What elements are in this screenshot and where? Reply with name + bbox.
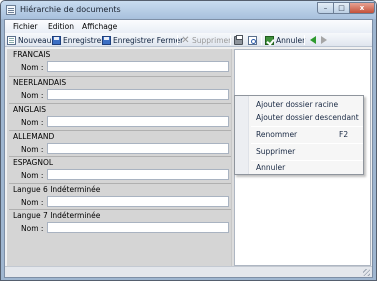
menu-fichier[interactable]: Fichier [13, 22, 38, 31]
status-bar [5, 266, 372, 277]
app-document-icon [6, 5, 16, 15]
enregistrer-fermer-button[interactable]: Enregistrer Fermer [102, 34, 183, 46]
language-label: Langue 6 Indéterminée [13, 185, 101, 194]
forward-arrow-icon[interactable] [321, 36, 327, 44]
back-arrow-icon[interactable] [310, 36, 316, 44]
resize-grip-icon[interactable] [363, 269, 370, 276]
enregistrer-button[interactable]: Enregistrer [52, 34, 104, 46]
maximize-button[interactable]: □ [333, 2, 350, 14]
nom-label: Nom : [21, 63, 44, 72]
language-names-panel: FRANCAIS Nom : NEERLANDAIS Nom : ANGLAIS… [7, 49, 231, 266]
nom-label: Nom : [21, 198, 44, 207]
enregistrer-fermer-label: Enregistrer Fermer [113, 35, 184, 45]
title-bar[interactable]: Hiérarchie de documents – □ x [1, 1, 376, 19]
language-group-espagnol: ESPAGNOL Nom : [9, 156, 231, 182]
toolbar-separator [261, 35, 262, 45]
nom-label: Nom : [21, 224, 44, 233]
annuler-button[interactable]: Annuler [265, 34, 305, 46]
context-menu-separator [251, 126, 363, 127]
main-window: Hiérarchie de documents – □ x Fichier Ed… [0, 0, 377, 281]
save-close-icon [102, 35, 111, 45]
nouveau-button[interactable]: Nouveau [7, 34, 51, 46]
group-divider [9, 183, 231, 184]
window-title: Hiérarchie de documents [20, 5, 121, 14]
menu-affichage[interactable]: Affichage [82, 22, 117, 31]
language-label: ALLEMAND [13, 132, 55, 141]
language-label: Langue 7 Indéterminée [13, 211, 101, 220]
group-divider [9, 76, 231, 77]
language-group-langue-7: Langue 7 Indéterminée Nom : [9, 209, 231, 235]
annuler-label: Annuler [276, 35, 306, 45]
close-button[interactable]: x [349, 2, 375, 14]
nom-label: Nom : [21, 91, 44, 100]
language-label: FRANCAIS [13, 50, 51, 59]
nom-input-anglais[interactable] [47, 116, 229, 127]
context-menu-separator [251, 143, 363, 144]
print-preview-icon [248, 35, 257, 45]
renommer-shortcut: F2 [339, 130, 349, 139]
nom-input-langue-7[interactable] [47, 222, 229, 233]
cancel-check-icon [265, 35, 274, 45]
minimize-button[interactable]: – [317, 2, 334, 14]
nom-input-neerlandais[interactable] [47, 89, 229, 100]
toolbar: Nouveau Enregistrer Enregistrer Fermer ✕… [5, 33, 372, 47]
nom-input-langue-6[interactable] [47, 196, 229, 207]
print-icon [234, 34, 243, 45]
supprimer-button[interactable]: ✕ Supprimer [181, 34, 231, 46]
group-divider [9, 103, 231, 104]
toolbar-separator [304, 35, 305, 45]
menu-ajouter-dossier-descendant[interactable]: Ajouter dossier descendant [256, 113, 359, 122]
menu-ajouter-dossier-racine[interactable]: Ajouter dossier racine [256, 100, 338, 109]
print-preview-button[interactable] [248, 34, 259, 46]
menu-annuler[interactable]: Annuler [256, 163, 285, 172]
supprimer-label: Supprimer [192, 35, 232, 45]
nom-input-allemand[interactable] [47, 143, 229, 154]
context-menu-gutter [235, 96, 249, 174]
context-menu: Ajouter dossier racine Ajouter dossier d… [234, 95, 364, 175]
language-group-francais: FRANCAIS Nom : [9, 50, 231, 76]
menu-supprimer[interactable]: Supprimer [256, 147, 295, 156]
nom-label: Nom : [21, 145, 44, 154]
nom-label: Nom : [21, 171, 44, 180]
enregistrer-label: Enregistrer [63, 35, 105, 45]
context-menu-separator [251, 160, 363, 161]
nouveau-label: Nouveau [18, 35, 52, 45]
nom-input-espagnol[interactable] [47, 169, 229, 180]
save-icon [52, 35, 61, 45]
nom-input-francais[interactable] [47, 61, 229, 72]
language-group-anglais: ANGLAIS Nom : [9, 103, 231, 129]
print-button[interactable] [234, 34, 245, 46]
language-group-langue-6: Langue 6 Indéterminée Nom : [9, 183, 231, 209]
nom-label: Nom : [21, 118, 44, 127]
new-document-icon [7, 35, 16, 45]
language-label: ESPAGNOL [13, 158, 54, 167]
language-group-neerlandais: NEERLANDAIS Nom : [9, 76, 231, 102]
language-label: NEERLANDAIS [13, 78, 67, 87]
group-divider [9, 209, 231, 210]
delete-icon: ✕ [181, 34, 190, 46]
group-divider [9, 156, 231, 157]
menu-bar: Fichier Edition Affichage [5, 20, 372, 33]
toolbar-separator [177, 35, 178, 45]
toolbar-separator [230, 35, 231, 45]
menu-renommer[interactable]: Renommer [256, 130, 297, 139]
menu-edition[interactable]: Edition [48, 22, 74, 31]
language-label: ANGLAIS [13, 105, 47, 114]
group-divider [9, 130, 231, 131]
language-group-allemand: ALLEMAND Nom : [9, 130, 231, 156]
